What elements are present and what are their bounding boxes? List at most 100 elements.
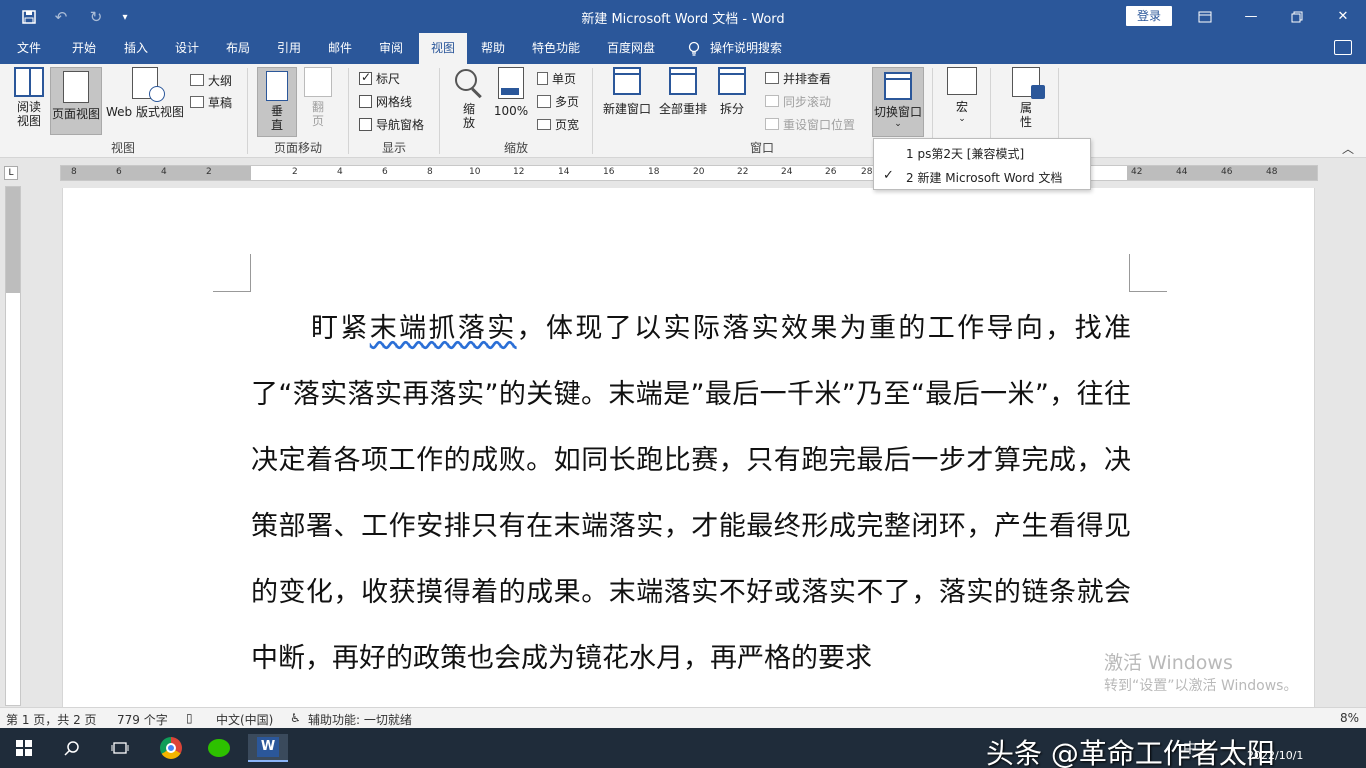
ruler-check[interactable]: [359, 70, 372, 85]
body-paragraph[interactable]: 盯紧末端抓落实，体现了以实际落实效果为重的工作导向，找准了“落实落实再落实”的关…: [251, 296, 1131, 692]
windows-start-icon[interactable]: [4, 734, 44, 762]
page-width-icon: [537, 118, 551, 130]
top-margin-shade: [6, 187, 20, 293]
tab-selector[interactable]: L: [4, 166, 18, 180]
tab-home[interactable]: 开始: [62, 33, 106, 64]
word-app-icon[interactable]: W: [248, 734, 288, 762]
wechat-icon[interactable]: [199, 734, 239, 762]
ribbon: 阅读 视图 页面视图 Web 版式视图 大纲 草稿 视图 垂 直 翻 页 页面移…: [0, 64, 1366, 158]
nav-pane-label: 导航窗格: [376, 117, 425, 132]
zoom-level[interactable]: 8%: [1340, 711, 1359, 725]
tab-features[interactable]: 特色功能: [526, 33, 586, 64]
show-group-label: 显示: [381, 141, 406, 155]
task-view-icon[interactable]: [100, 734, 140, 762]
ruler-number: 2: [292, 167, 298, 177]
switch-windows-icon: [884, 72, 912, 100]
read-mode-button[interactable]: 阅读 视图: [10, 67, 48, 128]
one-page-button[interactable]: 单页: [537, 68, 576, 88]
ruler-strip[interactable]: 8 6 4 2 2 4 6 8 10 12 14 16 18 20 22 24 …: [60, 165, 1318, 181]
draft-label: 草稿: [208, 95, 233, 110]
tab-layout[interactable]: 布局: [216, 33, 260, 64]
tab-help[interactable]: 帮助: [471, 33, 515, 64]
split-icon: [718, 67, 746, 95]
web-layout-button[interactable]: Web 版式视图: [104, 67, 186, 119]
new-window-button[interactable]: 新建窗口: [600, 67, 654, 116]
proofing-icon[interactable]: ▯: [186, 711, 193, 725]
tab-insert[interactable]: 插入: [114, 33, 158, 64]
accessibility-status[interactable]: 辅助功能: 一切就绪: [308, 711, 412, 728]
ruler-checkbox[interactable]: 标尺: [359, 68, 400, 88]
document-page[interactable]: 盯紧末端抓落实，体现了以实际落实效果为重的工作导向，找准了“落实落实再落实”的关…: [62, 188, 1315, 708]
close-icon[interactable]: ✕: [1320, 0, 1366, 33]
ruler-number: 2: [206, 167, 212, 177]
window-item-1-num: 1: [906, 147, 914, 161]
outline-icon: [190, 74, 204, 86]
tab-review[interactable]: 审阅: [369, 33, 413, 64]
tab-baidu[interactable]: 百度网盘: [601, 33, 661, 64]
properties-button[interactable]: 属 性: [1006, 67, 1046, 129]
tab-design[interactable]: 设计: [165, 33, 209, 64]
print-layout-button[interactable]: 页面视图: [50, 67, 102, 135]
search-icon[interactable]: [52, 734, 92, 762]
tab-mailings[interactable]: 邮件: [318, 33, 362, 64]
paragraph-text: ，体现了以实际落实效果为重的工作导向，找准了“落实落实再落实”的关键。末端是”最…: [251, 313, 1132, 674]
arrange-all-button[interactable]: 全部重排: [656, 67, 710, 116]
minimize-icon[interactable]: —: [1228, 0, 1274, 33]
multi-page-icon: [537, 94, 551, 108]
side-to-side-button[interactable]: 翻 页: [300, 67, 336, 128]
ribbon-display-icon[interactable]: [1182, 0, 1228, 33]
ruler-number: 28: [861, 167, 873, 177]
ruler-number: 48: [1266, 167, 1278, 177]
draft-button[interactable]: 草稿: [190, 92, 232, 112]
print-layout-label: 页面视图: [51, 107, 100, 121]
window-item-2[interactable]: ✓ 2 新建 Microsoft Word 文档: [874, 165, 1090, 187]
clock-date[interactable]: 2022/10/1: [1247, 749, 1303, 762]
comments-icon[interactable]: [1334, 40, 1352, 55]
language[interactable]: 中文(中国): [216, 711, 273, 728]
vertical-ruler[interactable]: [5, 186, 21, 706]
multi-page-button[interactable]: 多页: [537, 91, 579, 111]
login-button[interactable]: 登录: [1126, 6, 1172, 26]
vertical-scroll-button[interactable]: 垂 直: [257, 67, 297, 137]
draft-icon: [190, 96, 204, 108]
ruler-number: 46: [1221, 167, 1233, 177]
zoom-button[interactable]: 缩 放: [450, 67, 488, 130]
tell-me-search[interactable]: 操作说明搜索: [706, 33, 786, 64]
chrome-icon[interactable]: [151, 734, 191, 762]
macros-button[interactable]: 宏 ⌄: [942, 67, 982, 124]
gridlines-check[interactable]: [359, 94, 372, 108]
gridlines-checkbox[interactable]: 网格线: [359, 91, 412, 111]
horizontal-ruler[interactable]: L 8 6 4 2 2 4 6 8 10 12 14 16 18 20 22 2…: [0, 162, 1366, 184]
sync-scroll-button[interactable]: 同步滚动: [765, 91, 831, 111]
tab-references[interactable]: 引用: [267, 33, 311, 64]
side-by-side-label: 并排查看: [783, 71, 832, 86]
ime-indicator[interactable]: 中: [1183, 738, 1197, 758]
tab-file[interactable]: 文件: [8, 33, 50, 64]
margin-mark-right: [1129, 254, 1167, 292]
reset-position-button[interactable]: 重设窗口位置: [765, 114, 855, 134]
nav-pane-checkbox[interactable]: 导航窗格: [359, 114, 424, 134]
one-page-icon: [537, 71, 548, 85]
switch-windows-button[interactable]: 切换窗口 ⌄: [872, 67, 924, 137]
view-group-label: 视图: [110, 141, 135, 155]
ruler-number: 14: [558, 167, 570, 177]
word-count[interactable]: 779 个字: [117, 711, 168, 728]
side-by-side-button[interactable]: 并排查看: [765, 68, 831, 88]
collapse-ribbon-icon[interactable]: ︿: [1342, 140, 1354, 157]
restore-icon[interactable]: [1274, 0, 1320, 33]
window-item-2-num: 2: [906, 171, 914, 185]
window-item-1[interactable]: 1 ps第2天 [兼容模式]: [874, 141, 1090, 163]
title-bar: ↶ ↻ ▾ 新建 Microsoft Word 文档 - Word 登录 — ✕: [0, 0, 1366, 33]
page-width-button[interactable]: 页宽: [537, 114, 579, 134]
outline-button[interactable]: 大纲: [190, 70, 232, 90]
zoom-100-button[interactable]: 100%: [492, 67, 530, 118]
split-button[interactable]: 拆分: [714, 67, 750, 116]
chevron-down-icon: ⌄: [894, 119, 902, 129]
side-by-side-icon: [765, 72, 779, 84]
split-label: 拆分: [719, 102, 744, 116]
checkmark-icon: ✓: [883, 168, 894, 183]
page-count[interactable]: 第 1 页，共 2 页: [6, 711, 97, 728]
tab-view[interactable]: 视图: [419, 33, 467, 64]
switch-windows-label: 切换窗口: [873, 105, 922, 119]
nav-pane-check[interactable]: [359, 117, 372, 131]
